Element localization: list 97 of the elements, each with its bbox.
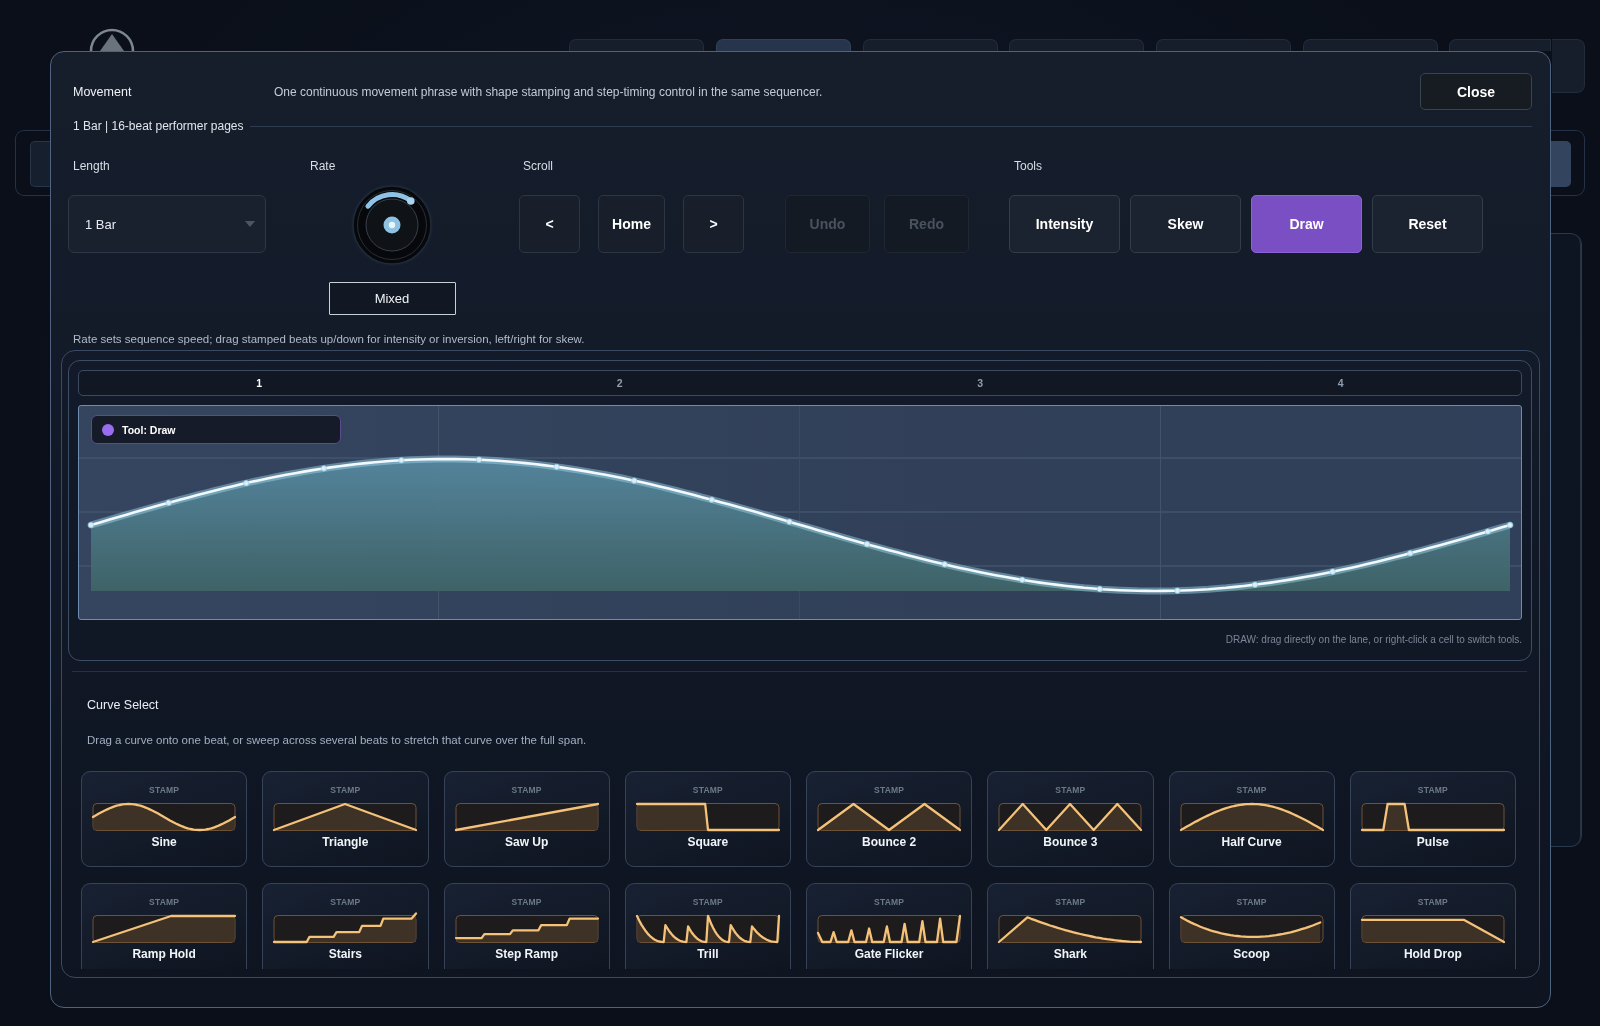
- stamp-label: STAMP: [874, 897, 905, 907]
- stamp-label: STAMP: [1417, 897, 1448, 907]
- rising-ramp-icon: [454, 802, 599, 832]
- curve-card[interactable]: STAMP Ramp Hold: [81, 883, 248, 969]
- curve-card[interactable]: STAMP Sine: [81, 771, 248, 867]
- stamp-label: STAMP: [1417, 785, 1448, 795]
- hint-text: Rate sets sequence speed; drag stamped beats up/down for intensity or inversion, left/right for skew.: [73, 332, 586, 347]
- stamp-label: STAMP: [330, 785, 361, 795]
- subtitle-text: 1 Bar | 16-beat performer pages: [73, 118, 244, 134]
- scoop-curve-icon: [1179, 914, 1324, 944]
- logo-icon: [88, 28, 136, 51]
- curve-card[interactable]: STAMP Step Ramp: [443, 883, 610, 969]
- curve-card[interactable]: STAMP Half Curve: [1168, 771, 1335, 867]
- curve-card[interactable]: STAMP Square: [624, 771, 791, 867]
- section-label: Length: [72, 158, 111, 174]
- curve-name: Step Ramp: [495, 946, 558, 962]
- curve-name: Scoop: [1233, 946, 1270, 962]
- section-label: Scroll: [522, 158, 554, 174]
- tool-button[interactable]: Draw: [1251, 195, 1362, 253]
- stamp-label: STAMP: [1236, 897, 1267, 907]
- curve-card[interactable]: STAMP Pulse: [1349, 771, 1516, 867]
- triangle-wave-icon: [273, 802, 418, 832]
- curve-name: Half Curve: [1221, 834, 1282, 850]
- plateau-drop-icon: [1360, 914, 1505, 944]
- close-button[interactable]: Close: [1420, 73, 1532, 110]
- curve-name: Sine: [151, 834, 177, 850]
- fin-curve-icon: [998, 914, 1143, 944]
- lane-help-text: DRAW: drag directly on the lane, or right-click a cell to switch tools.: [1225, 633, 1522, 647]
- curve-card[interactable]: STAMP Saw Up: [443, 771, 610, 867]
- beat-number: 4: [1337, 377, 1344, 389]
- curve-card[interactable]: STAMP Bounce 3: [987, 771, 1154, 867]
- sawtooth-spikes-icon: [635, 914, 780, 944]
- curve-lane[interactable]: Tool: Draw: [78, 405, 1522, 620]
- curve-name: Square: [687, 834, 729, 850]
- tool-button[interactable]: Skew: [1130, 195, 1241, 253]
- stamp-label: STAMP: [149, 897, 180, 907]
- pulse-icon: [1360, 802, 1505, 832]
- curve-card[interactable]: STAMP Hold Drop: [1349, 883, 1516, 969]
- curve-name: Stairs: [328, 946, 363, 962]
- curve-card[interactable]: STAMP Scoop: [1168, 883, 1335, 969]
- stamp-label: STAMP: [1055, 785, 1086, 795]
- square-wave-icon: [635, 802, 780, 832]
- stamp-label: STAMP: [511, 785, 542, 795]
- stairs-icon: [273, 914, 418, 944]
- curve-card[interactable]: STAMP Gate Flicker: [806, 883, 973, 969]
- tool-button[interactable]: Intensity: [1009, 195, 1120, 253]
- curve-select-description: Drag a curve onto one beat, or sweep across several beats to stretch that curve over the full span.: [86, 733, 588, 748]
- spike-train-icon: [817, 914, 962, 944]
- dialog-title: Movement: [73, 83, 133, 100]
- stamp-label: STAMP: [511, 897, 542, 907]
- beat-number: 3: [977, 377, 984, 389]
- curve-card[interactable]: STAMP Trill: [624, 883, 791, 969]
- step-ramp-icon: [454, 914, 599, 944]
- stamp-label: STAMP: [874, 785, 905, 795]
- stamp-label: STAMP: [1055, 897, 1086, 907]
- curve-name: Gate Flicker: [854, 946, 924, 962]
- curve-name: Shark: [1053, 946, 1088, 962]
- stamp-label: STAMP: [692, 897, 723, 907]
- curve-card[interactable]: STAMP Bounce 2: [806, 771, 973, 867]
- section-label: Tools: [1013, 158, 1043, 174]
- dot-icon: [102, 423, 114, 436]
- tool-badge-label: Tool: Draw: [122, 423, 176, 436]
- backdrop-block: [30, 141, 51, 187]
- stamp-label: STAMP: [330, 897, 361, 907]
- dialog-description: One continuous movement phrase with shape stamping and step-timing control in the same sequencer.: [274, 83, 824, 100]
- curve-card[interactable]: STAMP Triangle: [262, 771, 429, 867]
- curve-card[interactable]: STAMP Stairs: [262, 883, 429, 969]
- curve-name: Pulse: [1416, 834, 1449, 850]
- beat-number: 2: [616, 377, 623, 389]
- rate-knob[interactable]: [350, 183, 434, 267]
- curve-name: Triangle: [322, 834, 369, 850]
- stamp-label: STAMP: [1236, 785, 1267, 795]
- curve-select-title: Curve Select: [86, 698, 160, 713]
- tool-button[interactable]: Reset: [1372, 195, 1483, 253]
- stamp-label: STAMP: [149, 785, 180, 795]
- arch-curve-icon: [1179, 802, 1324, 832]
- beat-number: 1: [256, 377, 263, 389]
- scroll-left-button[interactable]: <: [519, 195, 580, 253]
- curve-card[interactable]: STAMP Shark: [987, 883, 1154, 969]
- double-peak-icon: [817, 802, 962, 832]
- curve-name: Trill: [697, 946, 719, 962]
- curve-name: Saw Up: [504, 834, 549, 850]
- curve-name: Hold Drop: [1403, 946, 1462, 962]
- home-button[interactable]: Home: [598, 195, 665, 253]
- curve-name: Bounce 2: [862, 834, 917, 850]
- backdrop-block: [1551, 141, 1571, 187]
- triple-peak-icon: [998, 802, 1143, 832]
- curve-name: Ramp Hold: [132, 946, 196, 962]
- sine-wave-icon: [92, 802, 237, 832]
- scroll-right-button[interactable]: >: [683, 195, 744, 253]
- ramp-plateau-icon: [92, 914, 237, 944]
- length-dropdown[interactable]: 1 Bar: [68, 195, 266, 253]
- caret-icon: [245, 221, 255, 227]
- section-label: Rate: [310, 158, 336, 174]
- curve-name: Bounce 3: [1043, 834, 1098, 850]
- stamp-label: STAMP: [692, 785, 723, 795]
- rate-mode-button[interactable]: Mixed: [328, 282, 456, 315]
